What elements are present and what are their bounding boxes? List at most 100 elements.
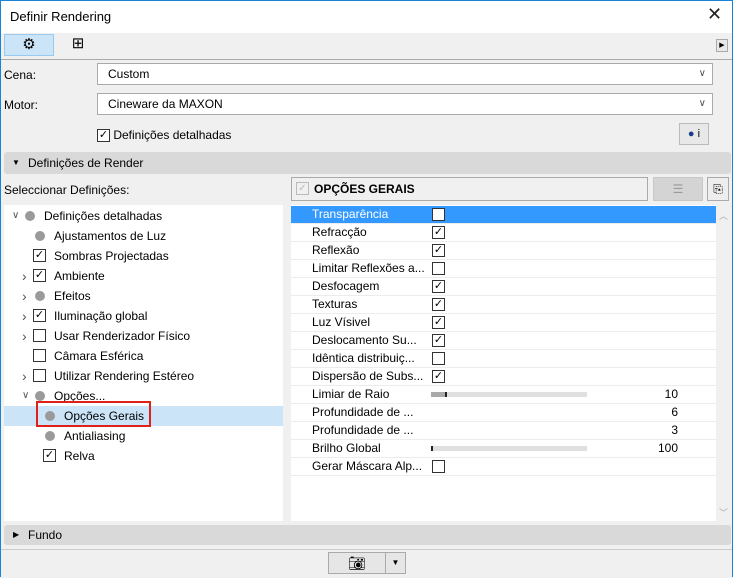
option-label: Luz Vísivel xyxy=(312,315,371,329)
render-button[interactable]: 📷︎ ▼ xyxy=(328,552,406,574)
status-dot-icon xyxy=(35,391,45,401)
tree-item-label: Relva xyxy=(64,449,95,463)
chevron-down-icon[interactable]: ﹀ xyxy=(716,506,731,519)
checkbox-checked[interactable]: ✓ xyxy=(432,208,445,221)
checkbox-checked[interactable]: ✓ xyxy=(432,244,445,257)
option-label: Desfocagem xyxy=(312,279,380,293)
status-dot-icon xyxy=(35,231,45,241)
checkbox-unchecked[interactable] xyxy=(432,352,445,365)
tree-item[interactable]: Câmara Esférica xyxy=(4,346,283,366)
option-row[interactable]: Reflexão ✓ xyxy=(291,242,716,260)
tree-item[interactable]: › Efeitos xyxy=(4,286,283,306)
tree-item[interactable]: ✓ Relva xyxy=(4,446,283,466)
options-list: Transparência ✓ Refracção ✓ Reflexão ✓ Limitar… xyxy=(291,205,716,521)
checkbox-checked[interactable]: ✓ xyxy=(432,316,445,329)
checkbox-checked[interactable]: ✓ xyxy=(33,269,46,282)
chevron-down-icon[interactable]: ∨ xyxy=(22,386,29,406)
checkbox-checked[interactable]: ✓ xyxy=(432,226,445,239)
chevron-right-icon[interactable]: › xyxy=(22,286,27,306)
checkbox-checked[interactable]: ✓ xyxy=(432,334,445,347)
option-value[interactable]: 3 xyxy=(671,422,678,439)
chevron-right-icon[interactable]: › xyxy=(22,366,27,386)
tree-item[interactable]: › ✓ Ambiente xyxy=(4,266,283,286)
camera-icon[interactable]: 📷︎ xyxy=(329,553,385,573)
checkbox-checked[interactable]: ✓ xyxy=(33,309,46,322)
detailed-settings-checkbox[interactable]: ✓ Definições detalhadas xyxy=(97,128,232,143)
chevron-right-icon[interactable]: › xyxy=(22,326,27,346)
checkbox-unchecked[interactable] xyxy=(432,460,445,473)
close-icon[interactable]: ✕ xyxy=(707,4,722,25)
option-label: Refracção xyxy=(312,225,367,239)
option-row[interactable]: Idêntica distribuiç... xyxy=(291,350,716,368)
chevron-down-icon: ∨ xyxy=(698,68,706,79)
background-section-header[interactable]: ▶ Fundo xyxy=(4,525,731,545)
engine-label: Motor: xyxy=(4,98,39,112)
triangle-right-icon: ▶ xyxy=(13,530,20,539)
option-row[interactable]: Profundidade de ... 6 xyxy=(291,404,716,422)
chevron-right-icon[interactable]: › xyxy=(22,306,27,326)
list-view-button[interactable]: ☰ xyxy=(653,177,703,201)
chevron-right-icon[interactable]: › xyxy=(22,266,27,286)
option-row[interactable]: Deslocamento Su... ✓ xyxy=(291,332,716,350)
option-row[interactable]: Refracção ✓ xyxy=(291,224,716,242)
scene-select[interactable]: Custom ∨ xyxy=(97,63,713,85)
tree-item-label: Definições detalhadas xyxy=(44,209,163,223)
tree-item[interactable]: ∨ Definições detalhadas xyxy=(4,206,283,226)
status-dot-icon xyxy=(35,291,45,301)
gear-icon[interactable]: ⚙ xyxy=(4,34,54,56)
checkbox-checked[interactable]: ✓ xyxy=(43,449,56,462)
option-value[interactable]: 6 xyxy=(671,404,678,421)
option-value[interactable]: 10 xyxy=(665,386,678,403)
option-label: Profundidade de ... xyxy=(312,405,414,419)
crop-frame-icon[interactable]: ⊞ xyxy=(63,34,93,56)
option-slider[interactable] xyxy=(431,446,587,451)
option-row[interactable]: Profundidade de ... 3 xyxy=(291,422,716,440)
chevron-up-icon[interactable]: ︿ xyxy=(716,209,731,222)
checkbox-checked[interactable]: ✓ xyxy=(432,280,445,293)
section-title: Fundo xyxy=(28,528,63,542)
tree-item[interactable]: ✓ Sombras Projectadas xyxy=(4,246,283,266)
option-row[interactable]: Dispersão de Subs... ✓ xyxy=(291,368,716,386)
option-row[interactable]: Gerar Máscara Alp... xyxy=(291,458,716,476)
chevron-down-icon[interactable]: ∨ xyxy=(12,206,19,226)
option-row[interactable]: Limitar Reflexões a... xyxy=(291,260,716,278)
checkbox-unchecked[interactable] xyxy=(33,349,46,362)
checkbox-unchecked[interactable] xyxy=(33,369,46,382)
tree-item[interactable]: Ajustamentos de Luz xyxy=(4,226,283,246)
list-icon: ☰ xyxy=(672,182,684,196)
scrollbar[interactable]: ︿ ﹀ xyxy=(716,205,731,521)
triangle-down-icon[interactable]: ▼ xyxy=(385,553,405,573)
option-slider[interactable] xyxy=(431,392,587,397)
checkbox-checked[interactable]: ✓ xyxy=(432,370,445,383)
info-label: i xyxy=(697,128,701,140)
option-value[interactable]: 100 xyxy=(658,440,678,457)
checkbox-checked[interactable]: ✓ xyxy=(432,298,445,311)
tree-item-label: Utilizar Rendering Estéreo xyxy=(54,369,195,383)
tree-item[interactable]: › ✓ Iluminação global xyxy=(4,306,283,326)
option-row[interactable]: Luz Vísivel ✓ xyxy=(291,314,716,332)
tree-item[interactable]: › Utilizar Rendering Estéreo xyxy=(4,366,283,386)
option-row[interactable]: Texturas ✓ xyxy=(291,296,716,314)
tree-item-label: Efeitos xyxy=(54,289,91,303)
tree-item[interactable]: › Usar Renderizador Físico xyxy=(4,326,283,346)
render-settings-section-header[interactable]: ▼ Definições de Render xyxy=(4,152,731,174)
checkbox-unchecked[interactable] xyxy=(432,262,445,275)
scene-label: Cena: xyxy=(4,68,37,82)
tree-item[interactable]: Antialiasing xyxy=(4,426,283,446)
cineware-info-button[interactable]: ● i xyxy=(679,123,709,145)
status-dot-icon xyxy=(45,431,55,441)
checkbox-checked[interactable]: ✓ xyxy=(33,249,46,262)
engine-select[interactable]: Cineware da MAXON ∨ xyxy=(97,93,713,115)
detailed-settings-label: Definições detalhadas xyxy=(113,128,232,142)
option-row[interactable]: Limiar de Raio 10 xyxy=(291,386,716,404)
triangle-right-icon[interactable]: ▶ xyxy=(716,39,728,52)
select-settings-label: Seleccionar Definições: xyxy=(4,183,130,197)
option-row[interactable]: Transparência ✓ xyxy=(291,206,716,224)
option-row[interactable]: Desfocagem ✓ xyxy=(291,278,716,296)
option-row[interactable]: Brilho Global 100 xyxy=(291,440,716,458)
option-label: Reflexão xyxy=(312,243,360,257)
checkbox-unchecked[interactable] xyxy=(33,329,46,342)
export-document-icon: ⎘ xyxy=(713,182,723,196)
option-label: Limiar de Raio xyxy=(312,387,390,401)
export-settings-button[interactable]: ⎘ xyxy=(707,177,729,201)
